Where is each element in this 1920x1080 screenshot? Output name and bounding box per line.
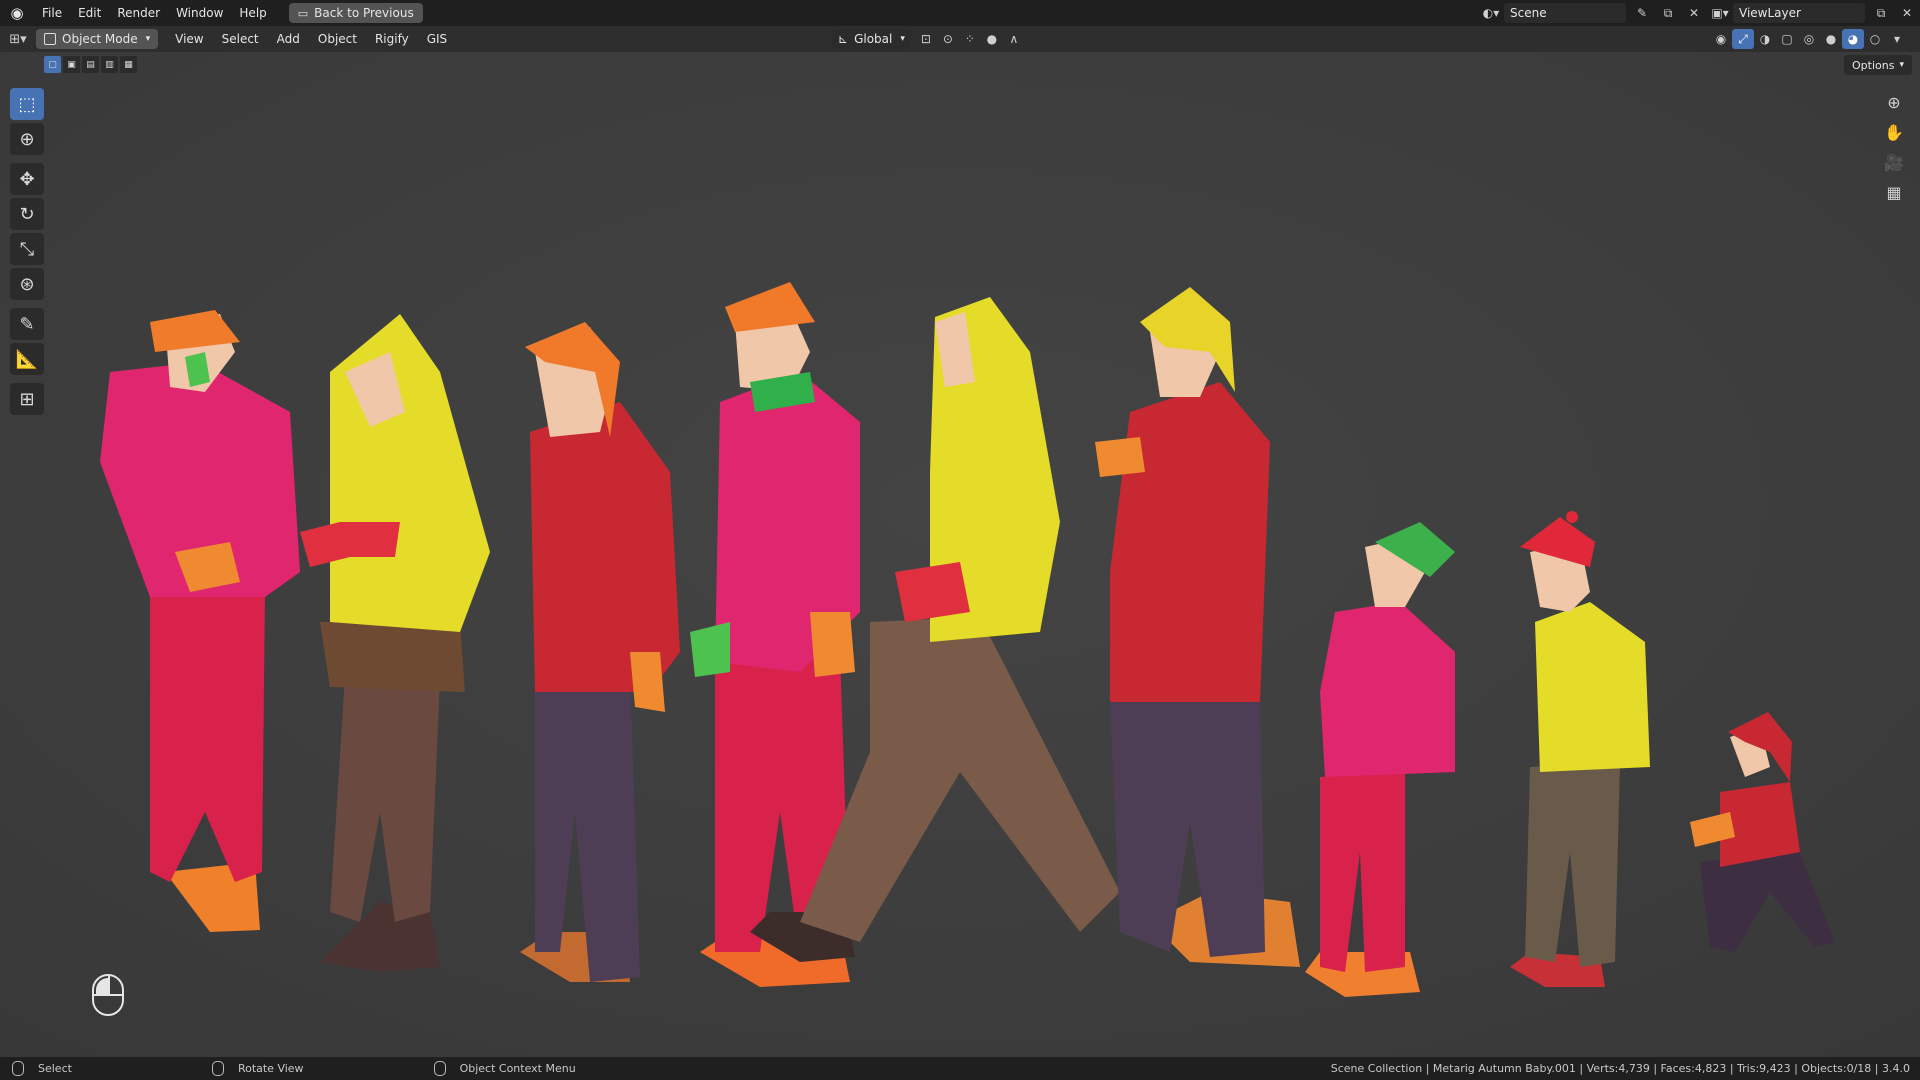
chevron-down-icon: ▾ (145, 34, 151, 44)
status-context-label: Object Context Menu (459, 1062, 576, 1075)
snap-target-icon[interactable]: ⁘ (959, 29, 981, 49)
move-icon[interactable]: ✥ (10, 163, 44, 195)
menu-help[interactable]: Help (231, 0, 274, 26)
pin-icon[interactable]: ✎ (1629, 3, 1655, 23)
menu-select[interactable]: Select (213, 26, 268, 52)
navigation-gizmo: ⊕ ✋ 🎥 ▦ (1880, 88, 1910, 208)
snap-icon[interactable]: ⊙ (937, 29, 959, 49)
orientation-axes-icon: ⊾ (838, 32, 849, 46)
viewport-header: ⊞▾ Object Mode ▾ View Select Add Object … (0, 26, 1920, 52)
view-layer-field[interactable]: ViewLayer (1733, 3, 1865, 23)
status-bar: Select Rotate View Object Context Menu S… (0, 1057, 1920, 1080)
back-to-previous-button[interactable]: ▭ Back to Previous (288, 3, 423, 23)
menu-view[interactable]: View (166, 26, 212, 52)
object-mode-icon (44, 33, 56, 45)
scene-name-field[interactable]: Scene (1504, 3, 1626, 23)
delete-view-layer-icon[interactable]: ✕ (1894, 3, 1920, 23)
delete-scene-icon[interactable]: ✕ (1681, 3, 1707, 23)
menu-object[interactable]: Object (309, 26, 366, 52)
select-new-icon[interactable]: ▢ (44, 56, 61, 73)
menu-render[interactable]: Render (109, 0, 168, 26)
status-rotate-label: Rotate View (237, 1062, 304, 1075)
wireframe-shading-icon[interactable]: ◎ (1798, 29, 1820, 49)
proportional-edit-icon[interactable]: ● (981, 29, 1003, 49)
grid-ortho-icon[interactable]: ▦ (1880, 178, 1908, 206)
visibility-eye-icon[interactable]: ◉ (1710, 29, 1732, 49)
chevron-down-icon: ▾ (1899, 60, 1904, 70)
blender-logo-icon[interactable]: ◉ (0, 0, 34, 26)
chevron-down-icon: ▾ (900, 34, 905, 44)
pan-hand-icon[interactable]: ✋ (1880, 118, 1908, 146)
options-dropdown[interactable]: Options ▾ (1844, 55, 1912, 75)
select-subtract-icon[interactable]: ▤ (82, 56, 99, 73)
overlay-toggle-icon[interactable]: ◑ (1754, 29, 1776, 49)
select-intersect-icon[interactable]: ▦ (120, 56, 137, 73)
shading-options-icon[interactable]: ▾ (1886, 29, 1908, 49)
add-cube-icon[interactable]: ⊞ (10, 383, 44, 415)
scale-icon[interactable]: ⤡ (10, 233, 44, 265)
view-layer-name: ViewLayer (1739, 6, 1801, 20)
viewport-display-controls: ◉ ⤢ ◑ ▢ ◎ ● ◕ ○ ▾ (1710, 26, 1908, 52)
menu-window[interactable]: Window (168, 0, 231, 26)
scene-controls: ◐▾ Scene ✎ ⧉ ✕ ▣▾ ViewLayer ⧉ ✕ (1478, 0, 1920, 26)
middle-mouse-icon (211, 1061, 224, 1076)
scene-browse-icon[interactable]: ◐▾ (1478, 3, 1504, 23)
rendered-shading-icon[interactable]: ○ (1864, 29, 1886, 49)
gizmo-toggle-icon[interactable]: ⤢ (1732, 29, 1754, 49)
select-extend-icon[interactable]: ▣ (63, 56, 80, 73)
pivot-point-icon[interactable]: ⊡ (915, 29, 937, 49)
scene-name: Scene (1510, 6, 1547, 20)
transform-icon[interactable]: ⊛ (10, 268, 44, 300)
selection-modes: ▢ ▣ ▤ ▥ ▦ (44, 56, 139, 73)
menu-gis[interactable]: GIS (418, 26, 456, 52)
view-layer-browse-icon[interactable]: ▣▾ (1707, 3, 1733, 23)
right-mouse-icon (433, 1061, 446, 1076)
object-mode-label: Object Mode (62, 32, 138, 46)
top-bar: ◉ File Edit Render Window Help ▭ Back to… (0, 0, 1920, 26)
rotate-icon[interactable]: ↻ (10, 198, 44, 230)
orientation-label: Global (854, 32, 893, 46)
falloff-icon[interactable]: ∧ (1003, 29, 1025, 49)
back-screen-icon: ▭ (297, 6, 309, 20)
status-rotate: Rotate View (211, 1061, 304, 1076)
back-to-previous-label: Back to Previous (314, 6, 414, 20)
new-scene-icon[interactable]: ⧉ (1655, 3, 1681, 23)
select-box-icon[interactable]: ⬚ (10, 88, 44, 120)
menu-edit[interactable]: Edit (70, 0, 109, 26)
transform-controls: ⊾ Global ▾ ⊡ ⊙ ⁘ ● ∧ (832, 26, 1025, 52)
solid-shading-icon[interactable]: ● (1820, 29, 1842, 49)
zoom-icon[interactable]: ⊕ (1880, 88, 1908, 116)
viewport-scene (0, 52, 1920, 1057)
orientation-dropdown[interactable]: ⊾ Global ▾ (832, 29, 911, 49)
options-label: Options (1852, 58, 1895, 72)
annotate-icon[interactable]: ✎ (10, 308, 44, 340)
main-menu: ◉ File Edit Render Window Help ▭ Back to… (0, 0, 423, 26)
material-preview-shading-icon[interactable]: ◕ (1842, 29, 1864, 49)
left-mouse-icon (12, 1061, 24, 1076)
select-invert-icon[interactable]: ▥ (101, 56, 118, 73)
tool-shelf: ⬚ ⊕ ✥ ↻ ⤡ ⊛ ✎ 📐 ⊞ (10, 88, 46, 418)
editor-type-icon[interactable]: ⊞▾ (0, 32, 36, 47)
xray-toggle-icon[interactable]: ▢ (1776, 29, 1798, 49)
status-context: Object Context Menu (433, 1061, 576, 1076)
measure-icon[interactable]: 📐 (10, 343, 44, 375)
camera-icon[interactable]: 🎥 (1880, 148, 1908, 176)
mouse-navigation-icon (92, 974, 124, 1016)
scene-statistics: Scene Collection | Metarig Autumn Baby.0… (1330, 1062, 1910, 1075)
menu-rigify[interactable]: Rigify (366, 26, 418, 52)
new-view-layer-icon[interactable]: ⧉ (1868, 3, 1894, 23)
3d-viewport[interactable] (0, 52, 1920, 1057)
menu-add[interactable]: Add (268, 26, 309, 52)
status-select-label: Select (38, 1062, 72, 1075)
status-select: Select (12, 1061, 72, 1076)
object-mode-dropdown[interactable]: Object Mode ▾ (36, 29, 159, 49)
cursor-icon[interactable]: ⊕ (10, 123, 44, 155)
menu-file[interactable]: File (34, 0, 70, 26)
